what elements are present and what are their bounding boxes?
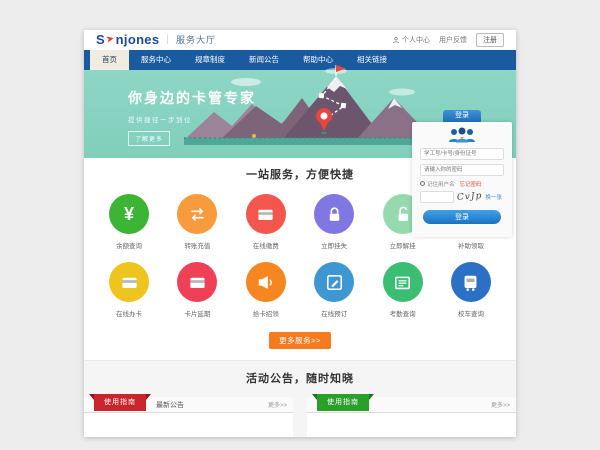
more-services-button[interactable]: 更多服务>> (269, 332, 331, 349)
service-label: 转账充值 (168, 240, 226, 250)
edit-pencil-icon (314, 262, 354, 302)
service-label: 补助领取 (442, 240, 500, 250)
service-label: 立即解挂 (374, 240, 432, 250)
bank-card-icon (177, 262, 217, 302)
personal-center-label: 个人中心 (402, 35, 430, 45)
service-item-report-loss[interactable]: 立即挂失 (305, 194, 363, 250)
service-item-lost-found[interactable]: 拾卡招领 (237, 262, 295, 318)
brand-logo[interactable]: S➤njones (96, 32, 159, 47)
service-label: 立即挂失 (305, 240, 363, 250)
lock-icon (314, 194, 354, 234)
announcement-panels: 使用指南 最新公告 更多>> 使用指南 更多>> (84, 397, 516, 437)
login-submit-button[interactable]: 登录 (423, 210, 500, 224)
megaphone-icon (246, 262, 286, 302)
bank-card-icon (246, 194, 286, 234)
browser-viewport: S➤njones | 服务大厅 个人中心 用户反馈 注册 首页 服务中心 规章制… (0, 0, 600, 450)
service-label: 在线预订 (305, 308, 363, 318)
service-item-card-renewal[interactable]: 卡片延期 (168, 262, 226, 318)
guide-panel-left: 使用指南 最新公告 更多>> (84, 397, 293, 437)
right-tab-guide[interactable]: 使用指南 (317, 394, 369, 411)
bus-icon (451, 262, 491, 302)
remember-label: 记住用户名 (427, 180, 455, 188)
brand-logo-text-rest: njones (116, 32, 160, 47)
feedback-label: 用户反馈 (439, 35, 467, 45)
announcements-title: 活动公告，随时知晓 (84, 370, 516, 386)
login-panel: 登录 记住用户名 忘记密码 CvJp 换一张 (412, 122, 512, 237)
service-item-transfer[interactable]: 转账充值 (168, 194, 226, 250)
header-user-links: 个人中心 用户反馈 注册 (392, 33, 504, 47)
left-more-link[interactable]: 更多>> (268, 400, 287, 409)
password-input[interactable] (420, 164, 504, 176)
account-input[interactable] (420, 148, 504, 160)
service-item-apply-card[interactable]: 在线办卡 (100, 262, 158, 318)
announcements-section: 活动公告，随时知晓 使用指南 最新公告 更多>> 使用指南 更多>> (84, 360, 516, 437)
hero-title: 你身边的卡管专家 (128, 88, 256, 108)
guide-panel-right: 使用指南 更多>> (307, 397, 516, 437)
portal-page: S➤njones | 服务大厅 个人中心 用户反馈 注册 首页 服务中心 规章制… (84, 30, 516, 437)
person-icon (392, 36, 400, 44)
services-row-2: 在线办卡 卡片延期 拾卡招领 在线预订 考勤查询 校车查询 (84, 262, 516, 318)
service-item-balance[interactable]: ¥ 余额查询 (100, 194, 158, 250)
service-label: 在线办卡 (100, 308, 158, 318)
site-name: 服务大厅 (176, 33, 216, 46)
right-panel-tabbar: 使用指南 更多>> (307, 397, 516, 413)
left-tab-guide[interactable]: 使用指南 (94, 394, 146, 411)
remember-checkbox[interactable] (420, 181, 425, 186)
left-panel-body (84, 413, 293, 437)
brand-logo-text: S (96, 32, 105, 47)
logo-arrow-icon: ➤ (105, 34, 116, 47)
nav-item-service-center[interactable]: 服务中心 (129, 50, 183, 70)
service-label: 在线缴费 (237, 240, 295, 250)
personal-center-link[interactable]: 个人中心 (392, 35, 430, 45)
captcha-input[interactable] (420, 191, 454, 203)
register-button[interactable]: 注册 (476, 33, 504, 47)
hero-subtitle: 提供捷径一步到位 (128, 114, 256, 124)
site-header: S➤njones | 服务大厅 个人中心 用户反馈 注册 (84, 30, 516, 50)
captcha-image: CvJp (457, 191, 483, 203)
left-tab-latest-news[interactable]: 最新公告 (156, 400, 184, 410)
hero-text: 你身边的卡管专家 提供捷径一步到位 了解更多 (128, 88, 256, 146)
login-tab[interactable]: 登录 (443, 110, 481, 122)
logo-divider: | (166, 34, 169, 45)
service-label: 考勤查询 (374, 308, 432, 318)
service-item-booking[interactable]: 在线预订 (305, 262, 363, 318)
service-label: 卡片延期 (168, 308, 226, 318)
forgot-password-link[interactable]: 忘记密码 (460, 180, 482, 188)
service-item-attendance[interactable]: 考勤查询 (374, 262, 432, 318)
attendance-list-icon (383, 262, 423, 302)
yuan-icon: ¥ (109, 194, 149, 234)
users-group-icon (447, 127, 477, 144)
nav-item-home[interactable]: 首页 (90, 50, 129, 70)
right-more-link[interactable]: 更多>> (491, 400, 510, 409)
service-item-payment[interactable]: 在线缴费 (237, 194, 295, 250)
bank-card-icon (109, 262, 149, 302)
left-panel-tabbar: 使用指南 最新公告 更多>> (84, 397, 293, 413)
transfer-arrows-icon (177, 194, 217, 234)
service-label: 拾卡招领 (237, 308, 295, 318)
service-label: 余额查询 (100, 240, 158, 250)
hero-cta-button[interactable]: 了解更多 (128, 131, 170, 146)
right-panel-body (307, 413, 516, 437)
service-label: 校车查询 (442, 308, 500, 318)
hero-banner: 你身边的卡管专家 提供捷径一步到位 了解更多 (84, 70, 516, 158)
feedback-link[interactable]: 用户反馈 (439, 35, 467, 45)
captcha-refresh-link[interactable]: 换一张 (485, 193, 502, 201)
service-item-school-bus[interactable]: 校车查询 (442, 262, 500, 318)
